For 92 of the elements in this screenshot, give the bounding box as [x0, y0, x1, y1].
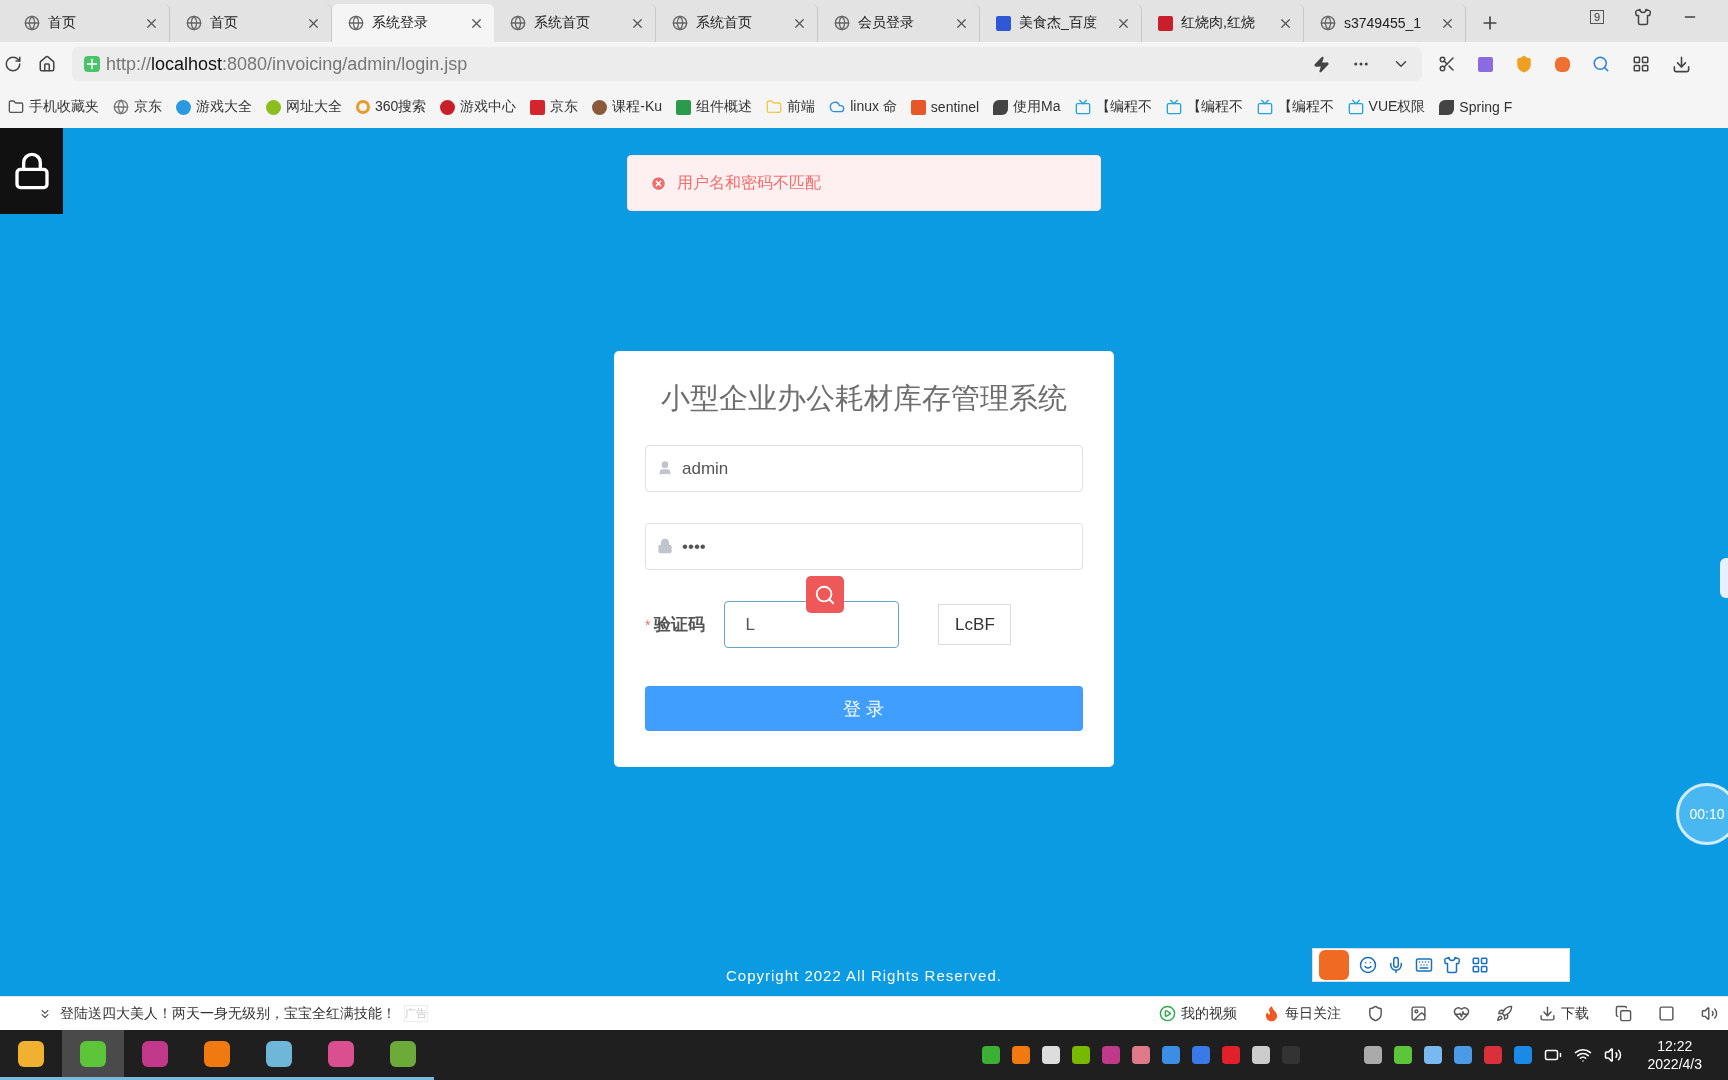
bookmark-link[interactable]: Spring F: [1459, 99, 1513, 115]
tray-icon[interactable]: [1071, 1046, 1090, 1064]
user-icon: [657, 460, 673, 476]
username-field[interactable]: admin: [645, 445, 1083, 492]
bookmark-link[interactable]: 课程-Ku: [612, 98, 663, 116]
globe-icon: [186, 15, 202, 31]
wifi-icon[interactable]: [1573, 1046, 1592, 1064]
home-icon[interactable]: [38, 55, 56, 73]
time-text: 12:22: [1657, 1038, 1693, 1054]
search-icon: [814, 583, 836, 606]
status-link[interactable]: 下载: [1561, 1004, 1589, 1023]
globe-icon: [672, 15, 688, 31]
browser-tab[interactable]: 系统登录: [332, 4, 494, 42]
tray-icon[interactable]: [1363, 1046, 1382, 1064]
lightning-icon[interactable]: [1313, 55, 1330, 73]
lock-icon: [657, 538, 673, 554]
status-link[interactable]: 每日关注: [1285, 1004, 1341, 1023]
copy-icon[interactable]: [1615, 1005, 1632, 1022]
mic-icon[interactable]: [1387, 956, 1405, 974]
bookmark-link[interactable]: 京东: [550, 98, 579, 116]
bookmark-link[interactable]: 手机收藏夹: [29, 98, 99, 116]
image-icon[interactable]: [1410, 1005, 1427, 1022]
bookmark-link[interactable]: 前端: [787, 98, 816, 116]
bookmark-link[interactable]: 京东: [134, 98, 162, 116]
search-button[interactable]: [806, 576, 844, 613]
shirt-icon[interactable]: [1634, 8, 1652, 26]
tray-icon[interactable]: [1251, 1046, 1270, 1064]
search-icon[interactable]: [1592, 55, 1610, 73]
globe-icon: [24, 15, 40, 31]
download-icon: [1539, 1005, 1556, 1022]
captcha-label: 验证码: [654, 614, 707, 636]
globe-icon: [1320, 15, 1336, 31]
error-icon: [650, 174, 667, 192]
status-link[interactable]: 我的视频: [1181, 1004, 1237, 1023]
bookmark-link[interactable]: 【编程不: [1186, 98, 1243, 116]
bookmark-link[interactable]: sentinel: [930, 99, 980, 115]
apps-icon[interactable]: [1632, 55, 1650, 73]
shield-icon[interactable]: [1367, 1005, 1384, 1022]
alert-message: 用户名和密码不匹配: [677, 172, 821, 193]
secure-icon: [84, 56, 100, 72]
ime-logo: [1319, 950, 1349, 980]
bookmark-link[interactable]: linux 命: [850, 98, 897, 116]
scissors-icon[interactable]: [1438, 55, 1456, 73]
tab-count[interactable]: 9: [1589, 10, 1604, 24]
captcha-field[interactable]: L: [724, 601, 900, 648]
window-icon[interactable]: [1658, 1005, 1675, 1022]
address-bar[interactable]: http://localhost:8080/invoicing/admin/login.jsp: [72, 47, 1422, 81]
tray-icon[interactable]: [981, 1046, 1000, 1064]
tray-icon[interactable]: [1393, 1046, 1412, 1064]
required-mark: *: [645, 616, 651, 633]
bookmark-link[interactable]: 组件概述: [696, 98, 753, 116]
heart-pulse-icon[interactable]: [1453, 1005, 1470, 1022]
shirt-icon[interactable]: [1443, 956, 1461, 974]
bookmark-link[interactable]: 360搜索: [375, 98, 427, 116]
taskbar-app[interactable]: [62, 1030, 124, 1080]
globe-icon: [834, 15, 850, 31]
flame-icon: [1263, 1005, 1280, 1022]
tray-icon[interactable]: [1131, 1046, 1150, 1064]
password-field[interactable]: ••••: [645, 523, 1083, 570]
play-icon: [1159, 1005, 1176, 1022]
tray-icon[interactable]: [1453, 1046, 1472, 1064]
tray-icon[interactable]: [1041, 1046, 1060, 1064]
apps-icon[interactable]: [1471, 956, 1489, 974]
globe-icon: [510, 15, 526, 31]
side-tab[interactable]: [1720, 558, 1728, 598]
bookmark-link[interactable]: 【编程不: [1095, 98, 1152, 116]
globe-icon: [348, 15, 364, 31]
bookmark-link[interactable]: 【编程不: [1277, 98, 1334, 116]
tray-icon[interactable]: [1423, 1046, 1442, 1064]
site-icon: [996, 15, 1011, 31]
download-icon[interactable]: [1672, 54, 1691, 74]
bookmark-link[interactable]: 网址大全: [286, 98, 342, 116]
reload-icon[interactable]: [4, 55, 22, 73]
system-title: 小型企业办公耗材库存管理系统: [660, 381, 1068, 416]
date-text: 2022/4/3: [1647, 1056, 1702, 1072]
tray-icon[interactable]: [1011, 1046, 1030, 1064]
emoji-icon[interactable]: [1359, 956, 1377, 974]
url-text: http://localhost:8080/invoicing/admin/login.jsp: [106, 53, 468, 75]
news-link[interactable]: 登陆送四大美人！两天一身无级别，宝宝全红满技能！: [60, 1004, 396, 1023]
clock[interactable]: 12:22 2022/4/3: [1647, 1038, 1702, 1072]
bookmark-link[interactable]: 游戏大全: [196, 98, 252, 116]
captcha-image[interactable]: LcBF: [938, 604, 1012, 645]
volume-icon[interactable]: [1603, 1046, 1622, 1064]
copyright-text: Copyright 2022 All Rights Reserved.: [726, 967, 1002, 984]
keyboard-icon[interactable]: [1415, 956, 1433, 974]
tray-icon[interactable]: [1161, 1046, 1180, 1064]
site-icon: [1158, 15, 1173, 31]
rocket-icon[interactable]: [1496, 1005, 1513, 1022]
bookmark-link[interactable]: VUE权限: [1368, 98, 1426, 116]
bookmark-link[interactable]: 游戏中心: [460, 98, 517, 116]
volume-icon[interactable]: [1701, 1005, 1718, 1022]
bookmark-link[interactable]: 使用Ma: [1013, 98, 1061, 116]
